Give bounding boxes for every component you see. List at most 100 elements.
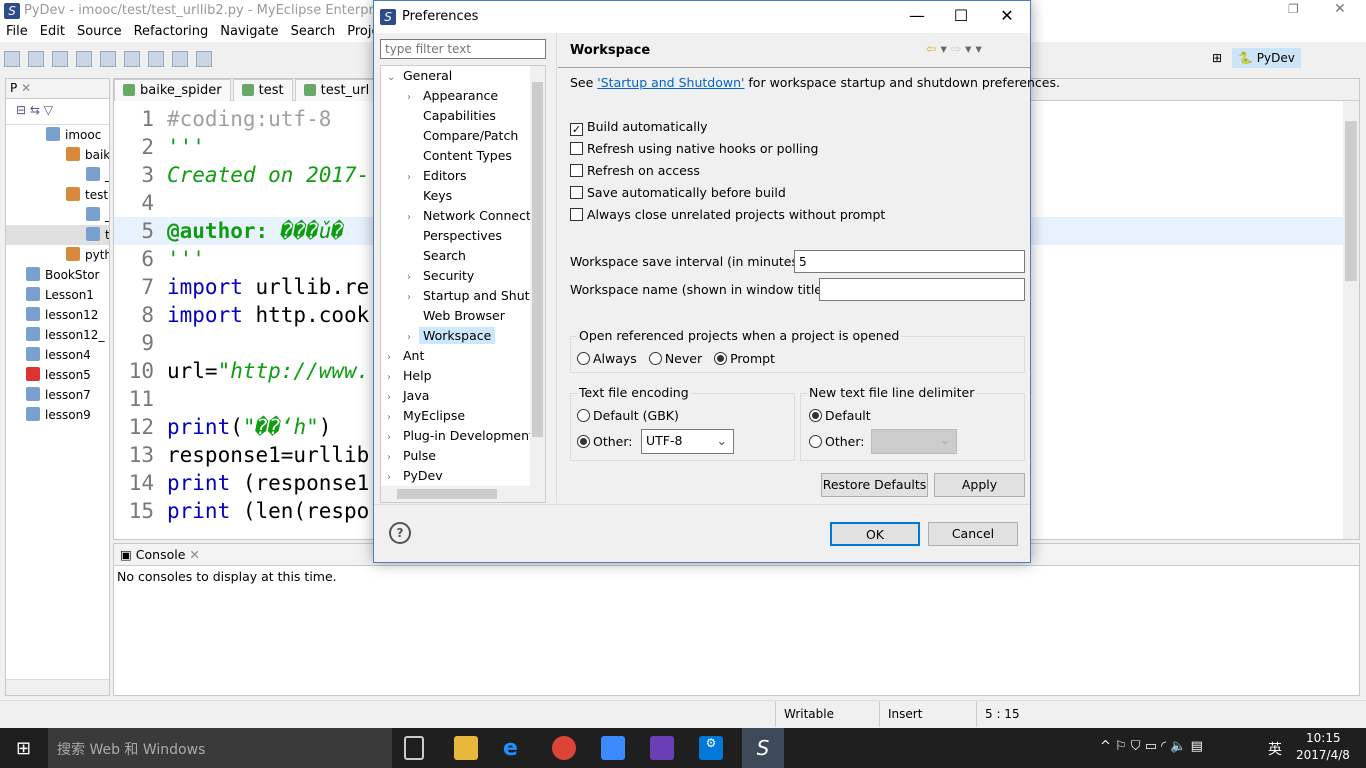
explorer-item[interactable]: lesson12 <box>6 305 109 325</box>
deploy-icon[interactable] <box>172 51 188 67</box>
editor-tab[interactable]: baike_spider <box>114 79 231 101</box>
new-icon[interactable] <box>4 51 20 67</box>
explorer-item[interactable]: __in <box>6 165 109 185</box>
checkbox-build-automatically[interactable]: ✓ Build automatically <box>570 119 708 136</box>
chevron-right-icon[interactable]: › <box>387 388 403 408</box>
file-explorer-icon[interactable] <box>454 736 478 760</box>
print-icon[interactable] <box>76 51 92 67</box>
tree-horizontal-scrollbar[interactable] <box>381 486 545 502</box>
tree-item-startup-and-shutd[interactable]: › Startup and Shutd <box>407 286 537 306</box>
chevron-right-icon[interactable]: › <box>407 168 423 188</box>
menu-navigate[interactable]: Navigate <box>214 22 284 41</box>
tree-item-content-types[interactable]: Content Types <box>407 146 512 166</box>
save-all-icon[interactable] <box>52 51 68 67</box>
tree-item-search[interactable]: Search <box>407 246 466 266</box>
tree-item-capabilities[interactable]: Capabilities <box>407 106 496 126</box>
edge-icon[interactable]: e <box>503 736 527 761</box>
visual-studio-icon[interactable] <box>650 736 674 760</box>
editor-tab[interactable]: test_url <box>294 79 379 101</box>
chevron-right-icon[interactable]: › <box>407 268 423 288</box>
help-icon[interactable]: ? <box>389 522 411 544</box>
encoding-other-radio[interactable]: Other: <box>577 434 632 449</box>
windows-start-icon[interactable]: ⊞ <box>16 738 31 759</box>
tree-item-keys[interactable]: Keys <box>407 186 452 206</box>
tree-item-network-connecti[interactable]: › Network Connecti <box>407 206 534 226</box>
editor-tab[interactable]: test <box>232 79 293 101</box>
cancel-button[interactable]: Cancel <box>928 522 1018 546</box>
explorer-item[interactable]: pythor <box>6 245 109 265</box>
chevron-right-icon[interactable]: › <box>387 428 403 448</box>
task-view-icon[interactable] <box>404 736 424 760</box>
chevron-right-icon[interactable]: › <box>407 208 423 228</box>
view-menu-icon[interactable]: ▽ <box>44 103 53 117</box>
close-icon[interactable]: ✕ <box>1334 1 1346 17</box>
menu-refactoring[interactable]: Refactoring <box>128 22 215 41</box>
settings-icon[interactable]: ⚙ <box>699 736 723 760</box>
tree-item-workspace[interactable]: › Workspace <box>407 326 496 346</box>
ime-indicator[interactable]: 英 <box>1268 739 1282 759</box>
chevron-right-icon[interactable]: › <box>387 408 403 428</box>
chrome-icon[interactable] <box>552 736 576 760</box>
explorer-item[interactable]: lesson7 <box>6 385 109 405</box>
close-icon[interactable]: ✕ <box>21 81 31 95</box>
chevron-right-icon[interactable]: › <box>407 288 423 308</box>
explorer-item[interactable]: imooc <box>6 125 109 145</box>
explorer-tab[interactable]: P ✕ <box>6 79 109 99</box>
explorer-item[interactable]: lesson12_ <box>6 325 109 345</box>
delimiter-other-radio[interactable]: Other: <box>809 434 864 449</box>
tree-item-myeclipse[interactable]: › MyEclipse <box>387 406 465 426</box>
tree-item-help[interactable]: › Help <box>387 366 432 386</box>
encoding-select[interactable]: UTF-8 ⌄ <box>641 429 734 454</box>
server-icon[interactable] <box>196 51 212 67</box>
chevron-right-icon[interactable]: › <box>387 468 403 488</box>
explorer-item[interactable]: BookStor <box>6 265 109 285</box>
search-box[interactable]: 搜索 Web 和 Windows <box>48 728 392 768</box>
checkbox-always-close-unrelated-projects-without-prompt[interactable]: Always close unrelated projects without … <box>570 207 885 222</box>
tree-item-security[interactable]: › Security <box>407 266 474 286</box>
app-icon[interactable] <box>601 736 625 760</box>
menu-search[interactable]: Search <box>285 22 342 41</box>
close-icon[interactable]: ✕ <box>189 547 199 562</box>
tree-item-appearance[interactable]: › Appearance <box>407 86 498 106</box>
tree-item-editors[interactable]: › Editors <box>407 166 467 186</box>
menu-file[interactable]: File <box>0 22 34 41</box>
explorer-item[interactable]: test <box>6 225 109 245</box>
delimiter-select[interactable]: ⌄ <box>871 429 957 454</box>
tree-item-java[interactable]: › Java <box>387 386 429 406</box>
restore-icon[interactable]: ❐ <box>1288 2 1299 16</box>
back-icon[interactable]: ⇦ <box>926 41 936 56</box>
ok-button[interactable]: OK <box>830 522 920 546</box>
search-icon[interactable] <box>148 51 164 67</box>
debug-icon[interactable] <box>100 51 116 67</box>
tree-item-pydev[interactable]: › PyDev <box>387 466 443 486</box>
explorer-item[interactable]: lesson4 <box>6 345 109 365</box>
radio-always[interactable]: Always <box>577 351 637 366</box>
tree-vertical-scrollbar[interactable] <box>530 66 545 486</box>
vertical-scrollbar[interactable] <box>1343 101 1359 539</box>
clock-time[interactable]: 10:15 <box>1306 731 1341 745</box>
view-menu-icon[interactable]: ▾ <box>975 41 981 56</box>
save-interval-input[interactable] <box>794 250 1025 273</box>
radio-prompt[interactable]: Prompt <box>714 351 775 366</box>
tree-item-perspectives[interactable]: Perspectives <box>407 226 502 246</box>
explorer-item[interactable]: __in <box>6 205 109 225</box>
explorer-item[interactable]: lesson9 <box>6 405 109 425</box>
collapse-all-icon[interactable]: ⊟ <box>16 103 26 117</box>
chevron-right-icon[interactable]: › <box>387 368 403 388</box>
minimize-button[interactable]: — <box>902 5 932 27</box>
link-editor-icon[interactable]: ⇆ <box>30 103 40 117</box>
save-icon[interactable] <box>28 51 44 67</box>
tree-item-web-browser[interactable]: Web Browser <box>407 306 505 326</box>
explorer-item[interactable]: baike_ <box>6 145 109 165</box>
chevron-right-icon[interactable]: › <box>387 348 403 368</box>
maximize-button[interactable]: ☐ <box>946 5 976 27</box>
tree-item-general[interactable]: ⌄ General <box>387 66 452 86</box>
run-icon[interactable] <box>124 51 140 67</box>
checkbox-save-automatically-before-build[interactable]: Save automatically before build <box>570 185 786 200</box>
perspective-pydev[interactable]: 🐍 PyDev <box>1232 48 1301 68</box>
workspace-name-input[interactable] <box>819 278 1025 301</box>
filter-input[interactable] <box>380 39 546 59</box>
checkbox-refresh-using-native-hooks-or-polling[interactable]: Refresh using native hooks or polling <box>570 141 819 156</box>
explorer-item[interactable]: Lesson1 <box>6 285 109 305</box>
chevron-down-icon[interactable]: ⌄ <box>387 68 403 88</box>
